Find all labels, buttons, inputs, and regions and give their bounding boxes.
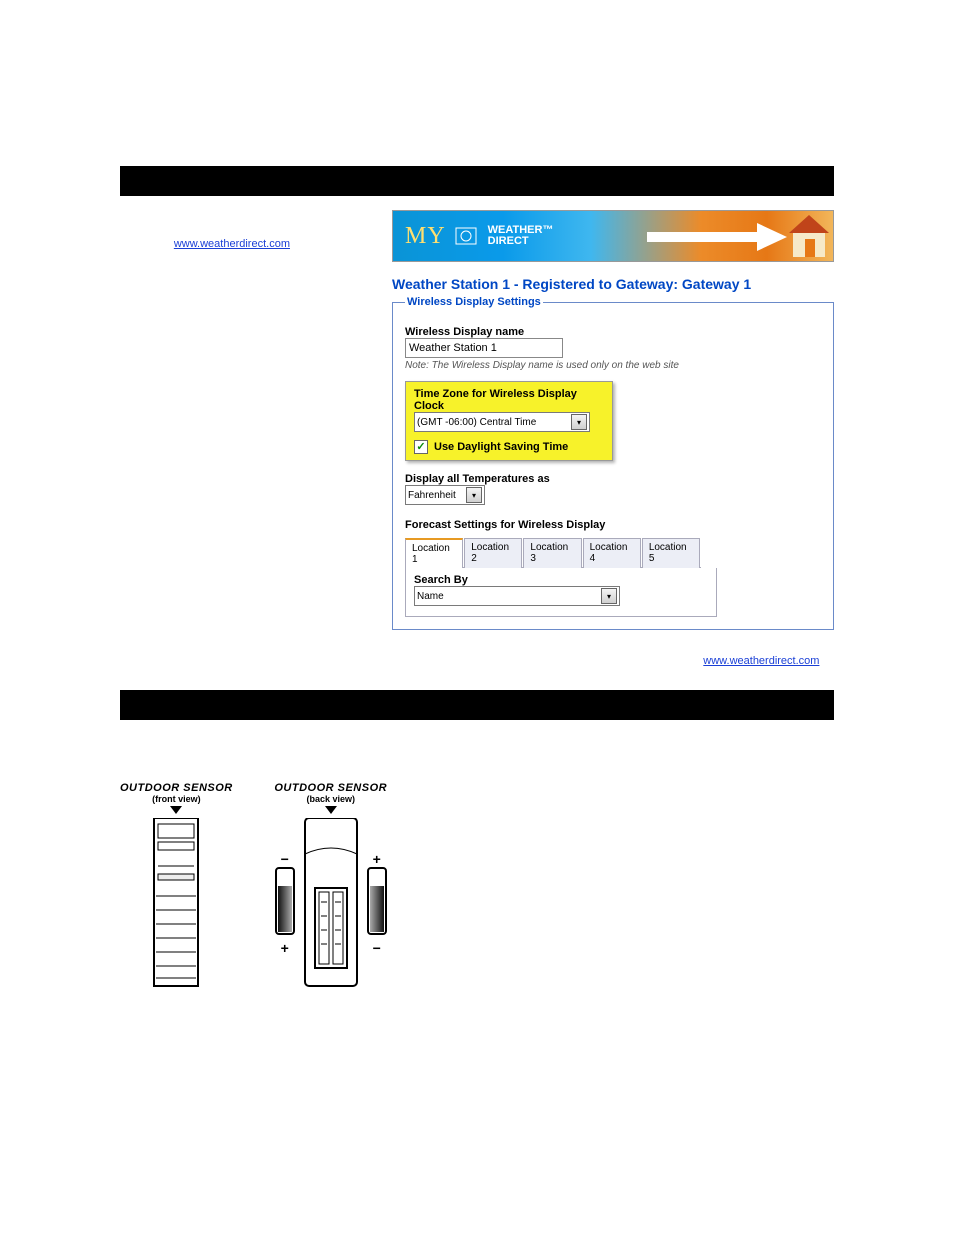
timezone-label: Time Zone for Wireless Display Clock <box>414 388 604 412</box>
panel-title: Weather Station 1 - Registered to Gatewa… <box>392 276 834 292</box>
section-bar-time: MANUALLY SET TIME AND TIME ZONE <box>120 166 834 196</box>
search-by-label: Search By <box>414 574 708 586</box>
display-name-input[interactable] <box>405 338 563 358</box>
banner-my: MY <box>405 223 446 250</box>
instructions-text: If the default settings are incorrect, l… <box>120 210 376 335</box>
sensor-back-view: OUTDOOR SENSOR (back view) − <box>273 782 389 991</box>
search-by-select[interactable]: Name ▾ <box>414 586 620 606</box>
fieldset-legend: Wireless Display Settings <box>405 296 543 308</box>
brand-banner: MY WEATHER™DIRECT <box>392 210 834 262</box>
pointer-down-icon <box>325 806 337 814</box>
forecast-settings-label: Forecast Settings for Wireless Display <box>405 519 821 531</box>
dst-label: Use Daylight Saving Time <box>434 441 568 453</box>
sensor-front-view: OUTDOOR SENSOR (front view) <box>120 782 233 991</box>
list-item: Do not mix old and new batteries <box>184 80 834 95</box>
chevron-down-icon: ▾ <box>466 487 482 503</box>
banner-text: WEATHER™DIRECT <box>488 225 554 247</box>
website-link[interactable]: www.weatherdirect.com <box>174 238 290 250</box>
checkbox-icon: ✓ <box>414 440 428 454</box>
battery-icon: + − <box>365 852 389 955</box>
list-item: Properly dispose of used batteries <box>184 131 834 146</box>
location-tabs: Location 1 Location 2 Location 3 Locatio… <box>405 537 701 568</box>
section-bar-sensor: SET UP OUTDOOR SENSOR (TX50U-IT) <box>120 690 834 720</box>
temp-unit-select[interactable]: Fahrenheit ▾ <box>405 485 485 505</box>
battery-icon: − + <box>273 852 297 955</box>
house-icon <box>787 213 831 259</box>
pointer-down-icon <box>170 806 182 814</box>
timezone-select[interactable]: (GMT -06:00) Central Time ▾ <box>414 412 590 432</box>
tab-location-5[interactable]: Location 5 <box>642 538 700 568</box>
display-name-label: Wireless Display name <box>405 326 821 338</box>
sensor-diagrams: OUTDOOR SENSOR (front view) <box>120 782 834 991</box>
tab-location-3[interactable]: Location 3 <box>523 538 581 568</box>
tab-location-1[interactable]: Location 1 <box>405 538 463 568</box>
timezone-highlight: Time Zone for Wireless Display Clock (GM… <box>405 381 613 461</box>
battery-note-list: Do not mix old and new batteries Do not … <box>184 80 834 146</box>
chevron-down-icon: ▾ <box>571 414 587 430</box>
website-link[interactable]: www.weatherdirect.com <box>703 655 819 667</box>
display-name-note: Note: The Wireless Display name is used … <box>405 360 821 371</box>
chevron-down-icon: ▾ <box>601 588 617 604</box>
sensor-intro-text: The temperature sensor uses either 2 "AA… <box>120 734 834 765</box>
tab-location-4[interactable]: Location 4 <box>583 538 641 568</box>
tab-location-2[interactable]: Location 2 <box>464 538 522 568</box>
dst-checkbox-row[interactable]: ✓ Use Daylight Saving Time <box>414 440 568 454</box>
list-item: Do not mix Alkaline, Lithium, standard o… <box>184 105 834 120</box>
timezone-note: Note: If you manually set the time, it m… <box>120 654 834 669</box>
wireless-display-settings: Wireless Display Settings Wireless Displ… <box>392 296 834 630</box>
temp-unit-label: Display all Temperatures as <box>405 473 821 485</box>
arrow-icon <box>647 219 787 255</box>
